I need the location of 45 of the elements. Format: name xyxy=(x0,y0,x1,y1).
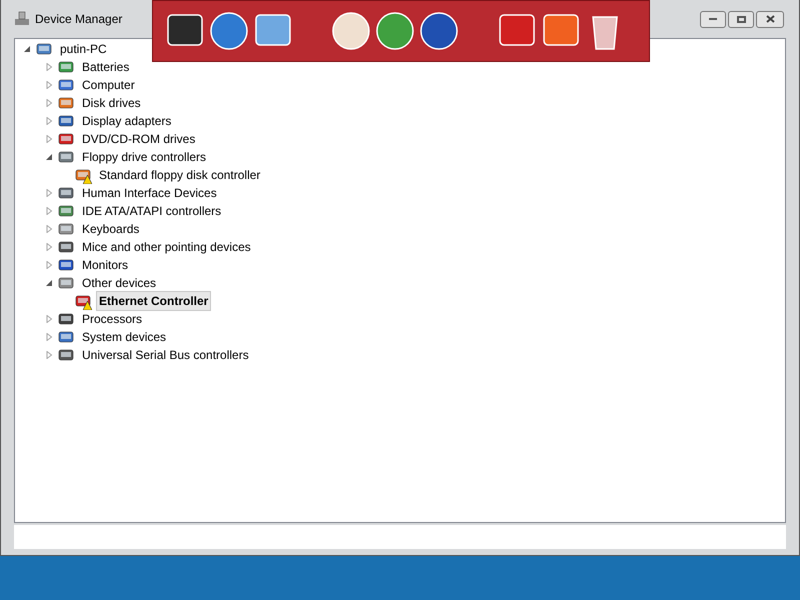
close-button[interactable] xyxy=(756,10,784,28)
tree-item[interactable]: putin-PC xyxy=(57,39,110,59)
device-icon xyxy=(58,239,74,255)
maximize-button[interactable] xyxy=(728,10,754,28)
tree-item[interactable]: Batteries xyxy=(79,57,132,77)
tree-item[interactable]: Processors xyxy=(79,309,146,329)
close-icon xyxy=(766,15,774,23)
device-icon xyxy=(36,41,52,57)
minimize-button[interactable] xyxy=(700,10,726,28)
collapse-arrow-icon[interactable] xyxy=(45,153,53,161)
tree-item[interactable]: Ethernet Controller xyxy=(96,291,212,311)
tree-item[interactable]: IDE ATA/ATAPI controllers xyxy=(79,201,224,221)
tree-item[interactable]: Human Interface Devices xyxy=(79,183,220,203)
device-icon xyxy=(58,113,74,129)
device-icon xyxy=(58,221,74,237)
device-icon xyxy=(58,329,74,345)
device-icon xyxy=(58,275,74,291)
device-icon xyxy=(58,131,74,147)
tree-item[interactable]: Floppy drive controllers xyxy=(79,147,210,167)
tree-item[interactable]: Standard floppy disk controller xyxy=(96,165,264,185)
tree-item[interactable]: Other devices xyxy=(79,273,160,293)
tree-item[interactable]: Universal Serial Bus controllers xyxy=(79,345,252,365)
collapse-arrow-icon[interactable] xyxy=(23,45,31,53)
device-icon xyxy=(75,293,91,309)
device-icon xyxy=(58,203,74,219)
tree-item[interactable]: Keyboards xyxy=(79,219,142,239)
device-icon xyxy=(58,95,74,111)
tree-item[interactable]: System devices xyxy=(79,327,170,347)
tree-item[interactable]: Mice and other pointing devices xyxy=(79,237,254,257)
window-title: Device Manager xyxy=(35,11,122,28)
device-icon xyxy=(75,167,91,183)
device-icon xyxy=(58,149,74,165)
collapse-arrow-icon[interactable] xyxy=(45,279,53,287)
device-icon xyxy=(58,311,74,327)
tree-item[interactable]: Disk drives xyxy=(79,93,144,113)
tree-item[interactable]: Display adapters xyxy=(79,111,174,131)
device-icon xyxy=(58,59,74,75)
device-icon xyxy=(58,185,74,201)
device-icon xyxy=(58,257,74,273)
device-icon xyxy=(58,347,74,363)
tree-item[interactable]: Monitors xyxy=(79,255,132,275)
device-icon xyxy=(58,77,74,93)
tree-item[interactable]: DVD/CD-ROM drives xyxy=(79,129,198,149)
computer-icon xyxy=(14,11,30,27)
tree-item[interactable]: Computer xyxy=(79,75,138,95)
